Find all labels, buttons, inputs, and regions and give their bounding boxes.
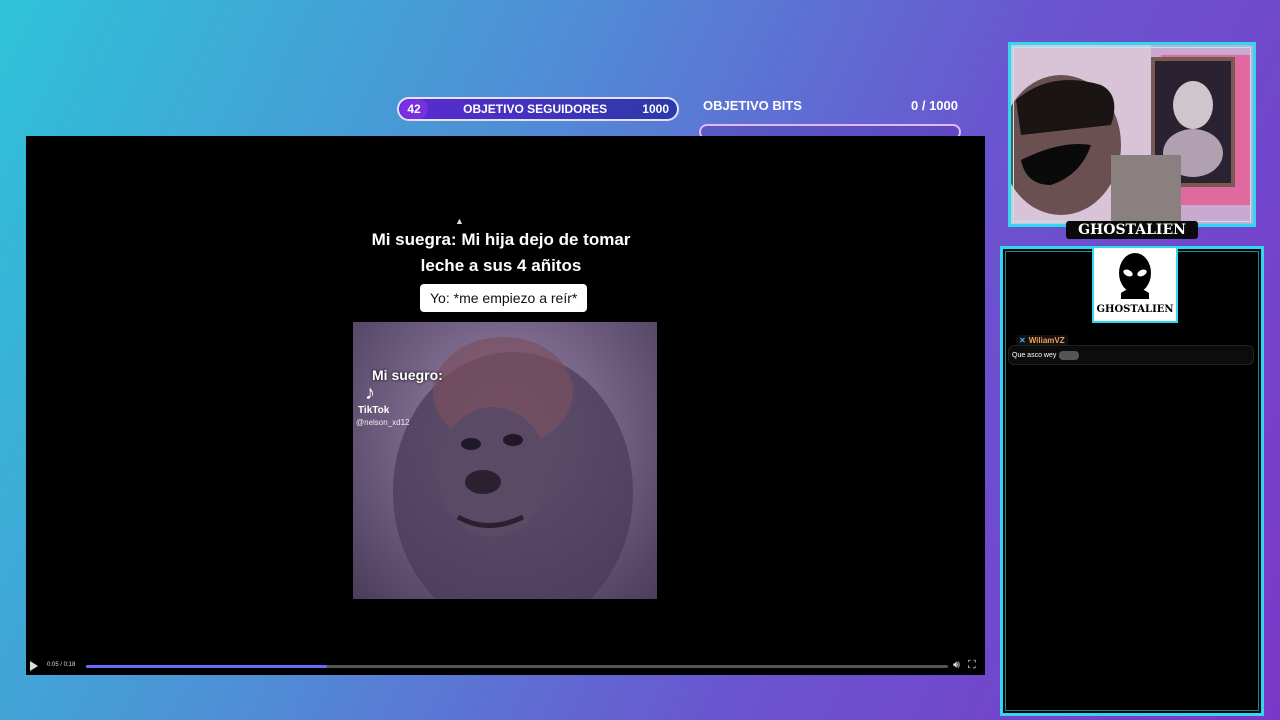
tiktok-handle: @nelson_xd12 — [356, 418, 410, 427]
seek-bar-fill — [86, 665, 328, 668]
video-caption: Mi suegra: Mi hija dejo de tomar leche a… — [351, 227, 651, 279]
chat-username-text: WiliamVZ — [1028, 336, 1065, 345]
channel-logo-label: GHOSTALIEN — [1096, 304, 1174, 315]
follower-goal-label: OBJETIVO SEGUIDORES — [463, 102, 608, 116]
clip-caption: Mi suegro: — [372, 367, 443, 383]
follower-goal-current: 42 — [400, 99, 428, 119]
chat-message: ✕ WiliamVZ Que asco wey — [1008, 334, 1256, 366]
gorilla-image — [393, 337, 633, 599]
bits-goal-title: OBJETIVO BITS — [703, 98, 802, 113]
webcam-frame — [1008, 42, 1256, 227]
follower-goal-bar: 42 OBJETIVO SEGUIDORES 1000 — [397, 97, 679, 121]
channel-logo: GHOSTALIEN — [1092, 246, 1178, 323]
chat-message-text: Que asco wey — [1008, 345, 1254, 365]
volume-icon[interactable]: 🔊︎ — [953, 659, 960, 672]
chat-message-body: Que asco wey — [1012, 352, 1057, 359]
chat-badge-icon: ✕ — [1019, 336, 1026, 345]
bits-goal-count: 0 / 1000 — [911, 98, 958, 113]
alien-logo-icon — [1119, 253, 1151, 299]
webcam-image — [1011, 45, 1253, 224]
follower-goal-target: 1000 — [642, 102, 669, 116]
tiktok-watermark: TikTok — [358, 405, 390, 416]
emote-icon — [1059, 350, 1080, 360]
mouse-cursor-icon: ▲ — [455, 216, 464, 226]
video-reply-box: Yo: *me empiezo a reír* — [420, 284, 588, 312]
video-caption-line2: leche a sus 4 añitos — [420, 256, 582, 275]
video-clip-frame: Mi suegro: ♪ TikTok @nelson_xd12 — [353, 322, 657, 599]
video-caption-line1: Mi suegra: Mi hija dejo de tomar — [371, 230, 631, 249]
webcam-name-plate: GHOSTALIEN — [1066, 221, 1198, 239]
fullscreen-icon[interactable]: ⛶ — [968, 659, 976, 672]
tiktok-icon: ♪ — [365, 382, 375, 404]
video-player[interactable]: Mi suegra: Mi hija dejo de tomar leche a… — [26, 136, 985, 675]
seek-bar[interactable] — [86, 665, 948, 668]
video-controls: 0:05 / 0:18 🔊︎ ⛶ — [26, 659, 985, 675]
video-timecode: 0:05 / 0:18 — [47, 662, 76, 668]
play-icon[interactable] — [30, 661, 38, 671]
